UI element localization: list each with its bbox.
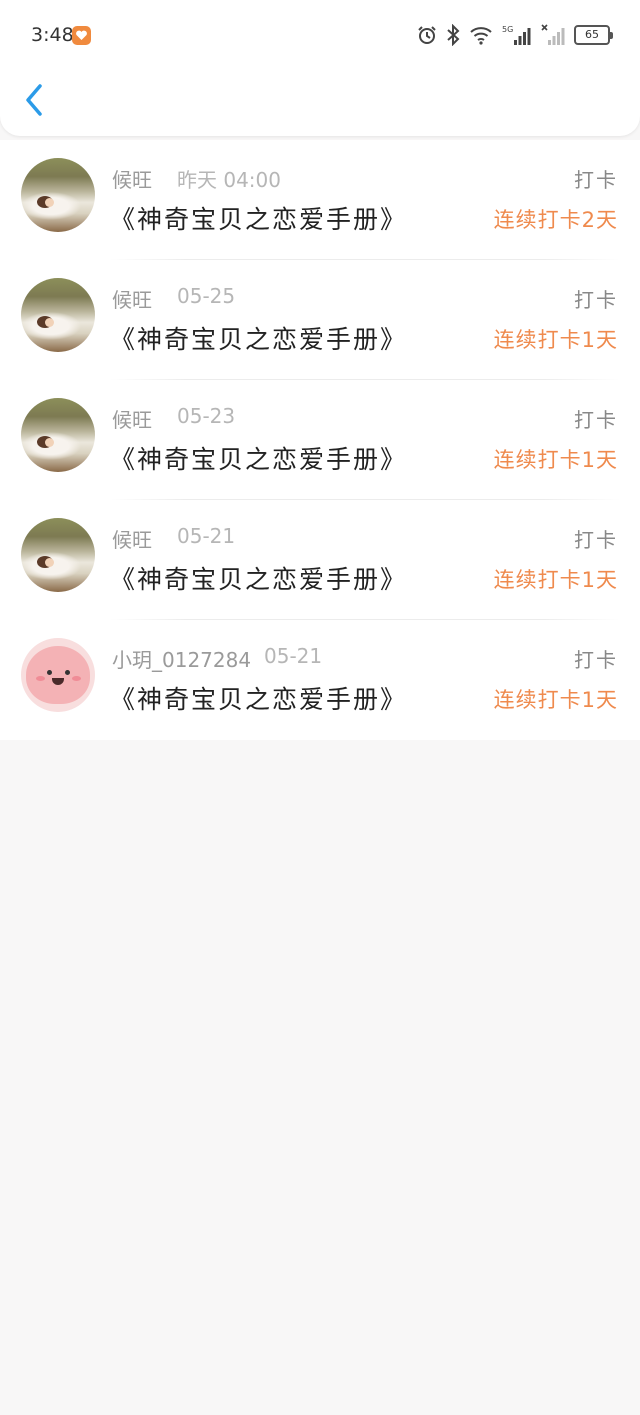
timestamp: 05-21 [264,644,323,668]
list-item[interactable]: 小玥_0127284 05-21 《神奇宝贝之恋爱手册》 打卡 连续打卡1天 [0,620,640,740]
book-title[interactable]: 《神奇宝贝之恋爱手册》 [110,560,407,596]
action-label: 打卡 [574,408,618,432]
status-time: 3:48 [31,24,74,46]
action-label: 打卡 [574,528,618,552]
book-title[interactable]: 《神奇宝贝之恋爱手册》 [110,440,407,476]
streak-label: 连续打卡2天 [493,208,618,232]
bluetooth-icon [447,24,460,46]
timestamp: 05-21 [177,524,236,548]
book-title[interactable]: 《神奇宝贝之恋爱手册》 [110,320,407,356]
wifi-icon [470,27,492,45]
signal-5g-icon: 5G [502,25,531,45]
svg-text:5G: 5G [502,25,513,34]
book-title[interactable]: 《神奇宝贝之恋爱手册》 [110,200,407,236]
username[interactable]: 候旺 [112,404,152,433]
app-notification-icon [72,26,91,45]
avatar[interactable] [21,278,95,352]
battery-icon: 65 [574,25,613,45]
list-item[interactable]: 候旺 05-23 《神奇宝贝之恋爱手册》 打卡 连续打卡1天 [0,380,640,500]
list-item[interactable]: 候旺 05-21 《神奇宝贝之恋爱手册》 打卡 连续打卡1天 [0,500,640,620]
username[interactable]: 小玥_0127284 [112,644,251,673]
timestamp: 05-23 [177,404,236,428]
status-icons: 5G 65 [417,24,613,46]
checkin-list: 候旺 昨天 04:00 《神奇宝贝之恋爱手册》 打卡 连续打卡2天 候旺 05-… [0,140,640,740]
streak-label: 连续打卡1天 [493,568,618,592]
alarm-icon [418,26,436,44]
avatar[interactable] [21,638,95,712]
app-header: 3:48 5G 65 [0,0,640,136]
timestamp: 昨天 04:00 [177,168,281,192]
list-item[interactable]: 候旺 昨天 04:00 《神奇宝贝之恋爱手册》 打卡 连续打卡2天 [0,140,640,260]
streak-label: 连续打卡1天 [493,328,618,352]
book-title[interactable]: 《神奇宝贝之恋爱手册》 [110,680,407,716]
timestamp: 05-25 [177,284,236,308]
signal-no-service-icon [541,24,565,45]
streak-label: 连续打卡1天 [493,448,618,472]
back-button[interactable] [18,80,54,120]
streak-label: 连续打卡1天 [493,688,618,712]
list-item[interactable]: 候旺 05-25 《神奇宝贝之恋爱手册》 打卡 连续打卡1天 [0,260,640,380]
username[interactable]: 候旺 [112,284,152,313]
chevron-left-icon[interactable] [18,80,54,120]
avatar[interactable] [21,158,95,232]
action-label: 打卡 [574,288,618,312]
avatar[interactable] [21,398,95,472]
action-label: 打卡 [574,648,618,672]
username[interactable]: 候旺 [112,164,152,193]
username[interactable]: 候旺 [112,524,152,553]
action-label: 打卡 [574,168,618,192]
avatar[interactable] [21,518,95,592]
